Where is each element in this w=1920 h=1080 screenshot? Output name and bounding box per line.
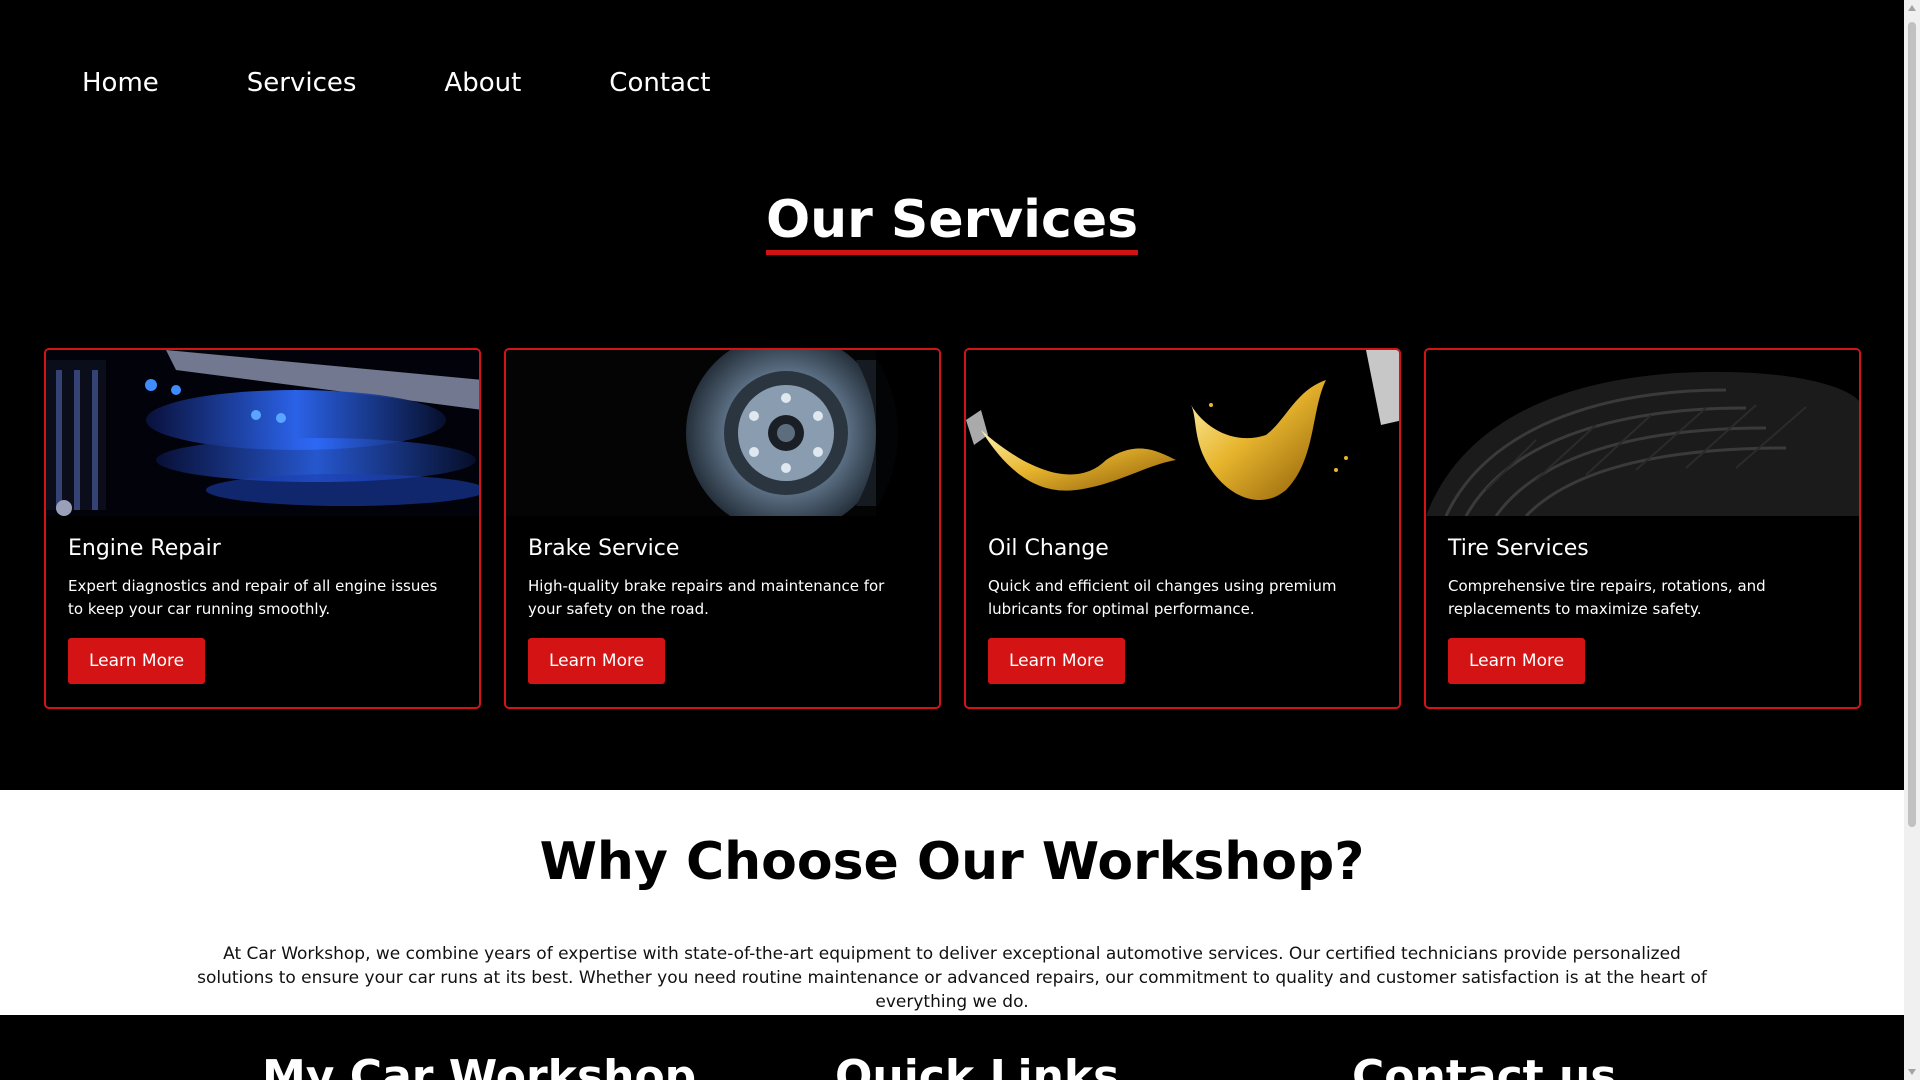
service-title: Oil Change [988,536,1109,561]
learn-more-button[interactable]: Learn More [528,638,666,684]
tire-graphic [1426,350,1859,516]
footer-contact-heading: Contact us [1352,1051,1617,1080]
scroll-down-icon[interactable] [1908,1069,1916,1075]
nav-home[interactable]: Home [82,68,159,98]
service-card-engine: Engine Repair Expert diagnostics and rep… [44,348,481,709]
engine-image [46,350,479,516]
scroll-up-icon[interactable] [1908,5,1916,11]
footer: My Car Workshop Quick Links Contact us [0,1015,1904,1080]
service-description: High-quality brake repairs and maintenan… [528,577,885,618]
main-nav: Home Services About Contact [82,68,710,98]
services-cards: Engine Repair Expert diagnostics and rep… [44,348,1861,709]
oil-splash-image [966,350,1399,516]
service-description: Expert diagnostics and repair of all eng… [68,577,438,618]
nav-services[interactable]: Services [247,68,357,98]
learn-more-button[interactable]: Learn More [1448,638,1586,684]
vertical-scrollbar[interactable] [1904,0,1920,1080]
learn-more-button[interactable]: Learn More [68,638,206,684]
engine-image-graphic [46,350,479,516]
footer-brand-heading: My Car Workshop [262,1051,697,1080]
service-title: Tire Services [1448,536,1589,561]
scrollbar-thumb[interactable] [1908,22,1916,827]
service-title: Brake Service [528,536,680,561]
why-choose-heading: Why Choose Our Workshop? [539,832,1365,892]
brake-disc-graphic [506,350,939,516]
service-card-oil: Oil Change Quick and efficient oil chang… [964,348,1401,709]
learn-more-button[interactable]: Learn More [988,638,1126,684]
oil-splash-graphic [966,350,1399,516]
service-card-brake: Brake Service High-quality brake repairs… [504,348,941,709]
service-card-tire: Tire Services Comprehensive tire repairs… [1424,348,1861,709]
page: Home Services About Contact Our Services [0,0,1904,1080]
services-heading: Our Services [0,190,1904,255]
service-title: Engine Repair [68,536,221,561]
service-description: Quick and efficient oil changes using pr… [988,577,1337,618]
tire-image [1426,350,1859,516]
brake-disc-image [506,350,939,516]
services-heading-text: Our Services [765,193,1139,255]
service-description: Comprehensive tire repairs, rotations, a… [1448,577,1766,618]
footer-quick-links-heading: Quick Links [835,1051,1120,1080]
why-choose-section: Why Choose Our Workshop? At Car Workshop… [0,790,1904,1015]
why-choose-text: At Car Workshop, we combine years of exp… [197,944,1707,1012]
nav-contact[interactable]: Contact [609,68,710,98]
nav-about[interactable]: About [444,68,521,98]
